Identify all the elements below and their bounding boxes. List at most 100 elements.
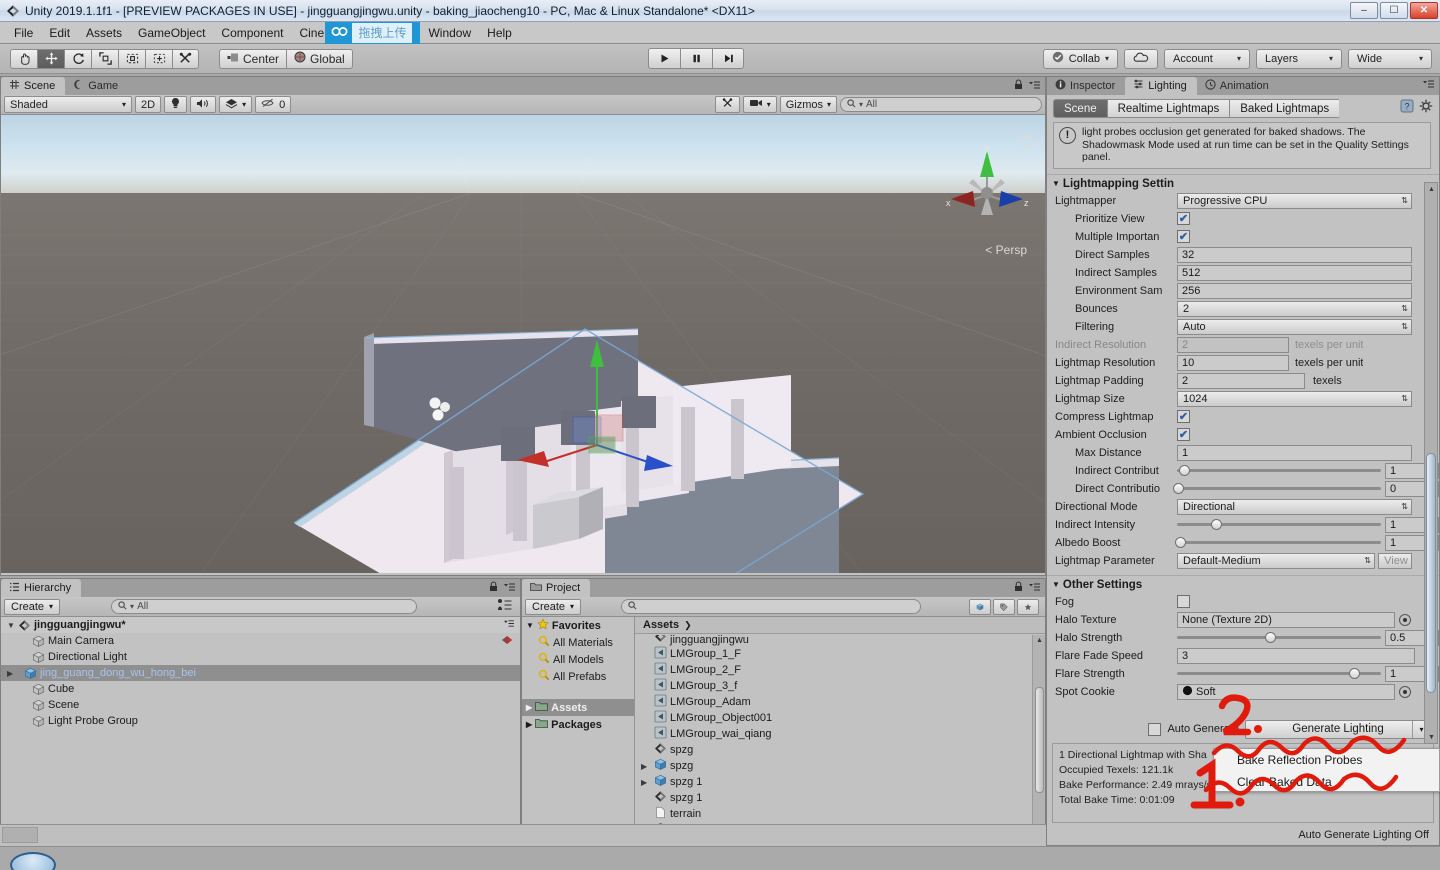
generate-lighting-button[interactable]: Generate Lighting ▾ — [1245, 720, 1431, 739]
subtab-realtime-lightmaps[interactable]: Realtime Lightmaps — [1107, 99, 1230, 118]
lock-icon[interactable] — [489, 581, 498, 595]
hierarchy-filter-icon[interactable] — [496, 598, 513, 615]
gizmos-dropdown[interactable]: Gizmos ▾ — [780, 96, 837, 113]
indirect-intensity-slider[interactable] — [1177, 517, 1381, 533]
scene-tools-button[interactable] — [715, 96, 740, 113]
list-item[interactable]: spzg 1 — [635, 790, 1032, 806]
list-item[interactable]: LMGroup_Object001 — [635, 710, 1032, 726]
list-item[interactable]: terrain — [635, 806, 1032, 822]
project-tree-favorites[interactable]: ▼ Favorites — [522, 617, 634, 634]
hierarchy-item-scene[interactable]: Scene — [1, 697, 520, 713]
asset-filter-icon[interactable] — [969, 599, 991, 615]
list-item[interactable]: jingguangjingwu — [635, 635, 1032, 646]
max-distance-input[interactable]: 1 — [1177, 445, 1412, 461]
list-item[interactable]: LMGroup_Adam — [635, 694, 1032, 710]
direct-contribution-slider[interactable] — [1177, 481, 1381, 497]
list-item[interactable]: LMGroup_wai_qiang — [635, 726, 1032, 742]
gear-icon[interactable] — [1419, 99, 1433, 116]
tab-inspector[interactable]: Inspector — [1047, 77, 1125, 95]
compress-lightmaps-checkbox[interactable]: ✔ — [1177, 410, 1190, 423]
lightmap-parameters-view-button[interactable]: View — [1378, 553, 1412, 569]
spot-cookie-picker-icon[interactable] — [1399, 686, 1411, 698]
start-orb-icon[interactable] — [10, 852, 56, 870]
layout-button[interactable]: Wide ▾ — [1348, 49, 1432, 69]
scene-audio-toggle[interactable] — [190, 96, 216, 113]
fog-checkbox[interactable]: ✔ — [1177, 595, 1190, 608]
scene-lighting-toggle[interactable] — [164, 96, 187, 113]
menu-assets[interactable]: Assets — [78, 24, 130, 42]
flare-fade-speed-input[interactable]: 3 — [1177, 648, 1415, 664]
environment-samples-input[interactable]: 256 — [1177, 283, 1412, 299]
play-button[interactable] — [648, 48, 680, 69]
pivot-mode-button[interactable]: Center — [219, 49, 286, 69]
subtab-scene[interactable]: Scene — [1053, 99, 1107, 118]
chevron-down-icon[interactable]: ▼ — [1052, 580, 1060, 589]
favorite-filter-icon[interactable] — [1017, 599, 1039, 615]
tab-hierarchy[interactable]: Hierarchy — [1, 579, 81, 597]
prioritize-view-checkbox[interactable]: ✔ — [1177, 212, 1190, 225]
subtab-baked-lightmaps[interactable]: Baked Lightmaps — [1229, 99, 1339, 118]
chevron-right-icon[interactable]: ▶ — [526, 720, 532, 729]
direct-samples-input[interactable]: 32 — [1177, 247, 1412, 263]
lightmapper-dropdown[interactable]: Progressive CPU ⇅ — [1177, 193, 1412, 209]
lightmap-size-dropdown[interactable]: 1024 ⇅ — [1177, 391, 1412, 407]
handle-mode-button[interactable]: Global — [286, 49, 353, 69]
rotate-tool[interactable] — [64, 49, 91, 69]
breadcrumb-assets[interactable]: Assets — [643, 619, 679, 631]
hierarchy-item-directional-light[interactable]: Directional Light — [1, 649, 520, 665]
menu-window[interactable]: Window — [420, 24, 479, 42]
multiple-importance-checkbox[interactable]: ✔ — [1177, 230, 1190, 243]
project-sc roll-thumb[interactable] — [1035, 687, 1044, 793]
list-item[interactable]: ▶ spzg — [635, 758, 1032, 774]
scene-search-input[interactable]: ▾ All — [840, 97, 1042, 112]
bounces-dropdown[interactable]: 2 ⇅ — [1177, 301, 1412, 317]
panel-menu-icon[interactable] — [503, 619, 515, 631]
chevron-down-icon[interactable]: ▼ — [1052, 179, 1060, 188]
scene-hidden-objects[interactable]: 0 — [255, 96, 291, 113]
step-button[interactable] — [712, 48, 744, 69]
project-asset-list[interactable]: jingguangjingwu LMGroup_1_F LMGroup_2_F — [635, 635, 1032, 832]
chevron-right-icon[interactable]: ▶ — [641, 778, 651, 787]
project-tree-assets[interactable]: ▶ Assets — [522, 699, 634, 716]
project-tree-all-prefabs[interactable]: All Prefabs — [522, 668, 634, 685]
panel-menu-icon[interactable] — [1028, 582, 1041, 595]
section-lightmapping-settings[interactable]: ▼ Lightmapping Settin — [1047, 174, 1439, 192]
flare-strength-slider[interactable] — [1177, 666, 1381, 682]
custom-editor-tool[interactable] — [172, 49, 199, 69]
auto-generate-checkbox[interactable]: ✔ — [1148, 723, 1161, 736]
panel-menu-icon[interactable] — [1028, 80, 1041, 93]
generate-lighting-context-menu[interactable]: Bake Reflection Probes Clear Baked Data — [1213, 748, 1440, 792]
list-item[interactable]: LMGroup_2_F — [635, 662, 1032, 678]
panel-menu-icon[interactable] — [503, 582, 516, 595]
menu-cinemachine[interactable]: Cine — [291, 24, 325, 42]
transform-tool[interactable] — [145, 49, 172, 69]
panel-menu-icon[interactable] — [1422, 79, 1435, 92]
lightmap-resolution-input[interactable]: 10 — [1177, 355, 1289, 371]
scene-viewport[interactable]: 关注微信公众号： V2_zxw y x z — [1, 115, 1045, 573]
project-tree-packages[interactable]: ▶ Packages — [522, 716, 634, 733]
ambient-occlusion-checkbox[interactable]: ✔ — [1177, 428, 1190, 441]
help-icon[interactable]: ? — [1400, 99, 1414, 116]
hierarchy-tree[interactable]: ▼ jingguangjingwu* Main Camera Direction… — [1, 617, 520, 845]
project-search-input[interactable] — [621, 599, 921, 614]
menu-file[interactable]: File — [6, 24, 41, 42]
collab-button[interactable]: Collab ▾ — [1043, 49, 1118, 69]
layers-button[interactable]: Layers ▾ — [1256, 49, 1342, 69]
directional-mode-dropdown[interactable]: Directional ⇅ — [1177, 499, 1412, 515]
hierarchy-search-input[interactable]: ▾ All — [111, 599, 417, 614]
tab-scene[interactable]: Scene — [1, 77, 65, 95]
menu-edit[interactable]: Edit — [41, 24, 78, 42]
hierarchy-item-main-camera[interactable]: Main Camera — [1, 633, 520, 649]
list-item[interactable]: spzg — [635, 742, 1032, 758]
move-tool[interactable] — [37, 49, 64, 69]
hierarchy-create-button[interactable]: Create ▾ — [4, 599, 60, 615]
hand-tool[interactable] — [10, 49, 37, 69]
chevron-right-icon[interactable]: ▶ — [7, 669, 18, 678]
lightmap-padding-input[interactable]: 2 — [1177, 373, 1305, 389]
maximize-button[interactable]: ☐ — [1380, 2, 1408, 19]
menu-clear-baked-data[interactable]: Clear Baked Data — [1214, 771, 1439, 793]
label-filter-icon[interactable] — [993, 599, 1015, 615]
spot-cookie-object-field[interactable]: Soft — [1177, 684, 1395, 700]
close-button[interactable]: ✕ — [1410, 2, 1438, 19]
hierarchy-item-light-probe-group[interactable]: Light Probe Group — [1, 713, 520, 729]
